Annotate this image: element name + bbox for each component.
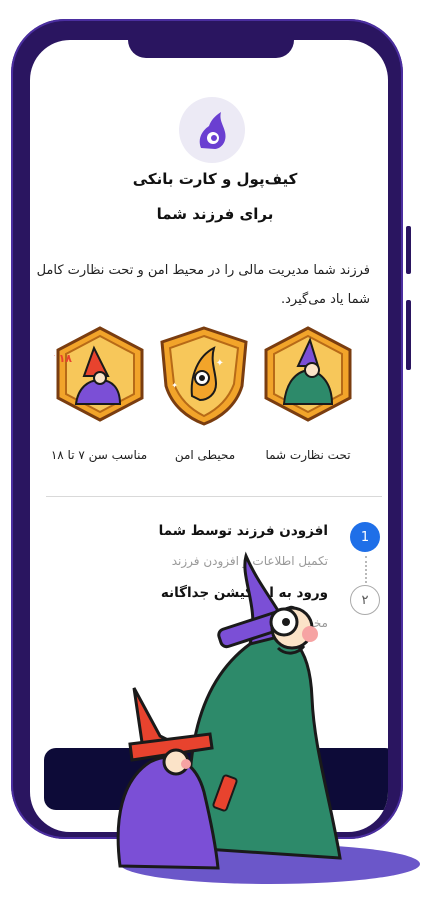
page-subtitle: برای فرزند شما [156,205,274,223]
shield-eye-badge-icon: ✦ ✦ [160,326,248,426]
phone-notch [128,34,294,58]
svg-text:✦: ✦ [216,358,224,369]
feature-label-age: مناسب سن ۷ تا ۱۸ [50,448,148,462]
phone-side-button [406,300,411,370]
step-1-title: افزودن فرزند توسط شما [158,523,328,539]
description-text: فرزند شما مدیریت مالی را در محیط امن و ت… [36,263,370,307]
feature-label-supervision: تحت نظارت شما [265,448,351,462]
phone-side-button [406,226,411,274]
section-divider [46,496,382,497]
flame-logo-icon [199,112,226,149]
wizard-cloak-badge-icon [264,326,352,422]
wizard-characters-illustration [116,551,420,884]
app-logo [179,97,245,163]
age-wizard-badge-icon: ۱۸ ۷ [48,326,144,422]
page-title: کیف‌پول و کارت بانکی [132,170,298,188]
badge-age: ۱۸ ۷ [48,326,146,422]
svg-text:✦: ✦ [171,381,178,390]
badge-age-text: ۱۸ ۷ [54,352,72,365]
feature-label-safe: محیطی امن [174,448,236,462]
badge-supervision [262,326,354,422]
badge-safe: ✦ ✦ [158,326,250,426]
